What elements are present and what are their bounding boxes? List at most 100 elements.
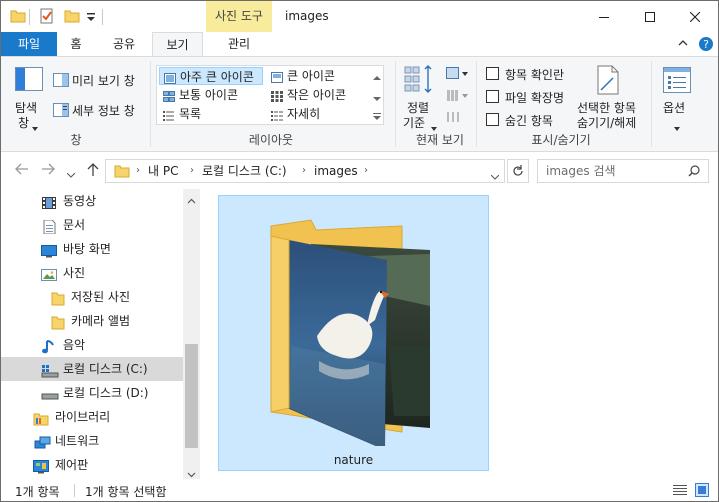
gallery-scroll-up-icon[interactable] xyxy=(373,70,381,84)
nav-item-label: 카메라 앨범 xyxy=(71,314,131,328)
nav-item-label: 제어판 xyxy=(55,458,89,472)
chevron-right-icon[interactable]: › xyxy=(136,160,140,182)
up-arrow-icon xyxy=(87,163,99,176)
list-icon xyxy=(163,108,175,121)
large-icons-view-icon[interactable] xyxy=(695,483,709,500)
folder-item-nature[interactable]: nature xyxy=(218,195,489,471)
gallery-scroll-down-icon[interactable] xyxy=(373,91,381,105)
gallery-more-icon[interactable] xyxy=(373,110,381,124)
details-view-icon[interactable] xyxy=(673,484,687,499)
layout-list[interactable]: 목록 xyxy=(159,105,263,123)
recent-locations-button[interactable] xyxy=(66,166,76,182)
minimize-button[interactable] xyxy=(581,1,627,32)
chevron-right-icon[interactable]: › xyxy=(302,160,306,182)
hidden-items-checkbox[interactable] xyxy=(486,113,499,126)
show-hide-group-label: 표시/숨기기 xyxy=(531,133,591,147)
nav-item-label: 라이브러리 xyxy=(55,410,111,424)
close-button[interactable] xyxy=(672,1,718,32)
maximize-button[interactable] xyxy=(627,1,673,32)
file-list: nature xyxy=(200,189,718,479)
nav-item-camera-roll[interactable]: 카메라 앨범 xyxy=(1,309,183,333)
file-explorer-window: 사진 도구 images 파일 홈 공유 보기 관리 ? 탐색 창 미리 보기 … xyxy=(0,0,719,502)
layout-large-icons[interactable]: 큰 아이콘 xyxy=(267,67,371,85)
tab-file[interactable]: 파일 xyxy=(1,32,57,56)
file-extensions-checkbox[interactable] xyxy=(486,90,499,103)
hidden-items-label: 숨긴 항목 xyxy=(505,114,553,128)
search-box[interactable] xyxy=(537,159,709,183)
nav-item-local-disk-c[interactable]: 로컬 디스크 (C:) xyxy=(1,357,183,381)
customize-toolbar-icon[interactable] xyxy=(86,8,96,26)
breadcrumb-local-disk-c[interactable]: 로컬 디스크 (C:) xyxy=(202,160,287,182)
collapse-ribbon-icon[interactable] xyxy=(677,37,689,52)
add-columns-icon[interactable] xyxy=(446,89,468,106)
layout-option-label: 큰 아이콘 xyxy=(287,69,335,83)
svg-text:?: ? xyxy=(703,38,709,51)
control-panel-icon xyxy=(33,458,49,474)
layout-medium-icons[interactable]: 보통 아이콘 xyxy=(159,86,263,104)
address-bar[interactable]: › 내 PC › 로컬 디스크 (C:) › images › xyxy=(105,159,505,183)
divider xyxy=(102,9,103,25)
tab-share[interactable]: 공유 xyxy=(101,32,147,56)
folder-icon xyxy=(51,290,67,306)
item-checkboxes-checkbox[interactable] xyxy=(486,67,499,80)
layout-option-label: 아주 큰 아이콘 xyxy=(180,70,254,84)
forward-button[interactable] xyxy=(41,163,55,179)
layout-option-label: 보통 아이콘 xyxy=(179,88,239,102)
sort-by-label-2: 기준 xyxy=(403,116,426,130)
library-icon xyxy=(33,410,49,426)
nav-item-network[interactable]: 네트워크 xyxy=(1,429,183,453)
file-extensions-label: 파일 확장명 xyxy=(505,91,565,105)
nav-item-desktop[interactable]: 바탕 화면 xyxy=(1,237,183,261)
nav-item-saved-pictures[interactable]: 저장된 사진 xyxy=(1,285,183,309)
search-input[interactable] xyxy=(546,163,686,179)
medium-icons-icon xyxy=(163,89,175,102)
nav-item-videos[interactable]: 동영상 xyxy=(1,189,183,213)
back-arrow-icon xyxy=(15,163,28,175)
divider xyxy=(74,484,75,497)
refresh-button[interactable] xyxy=(507,159,529,183)
layout-small-icons[interactable]: 작은 아이콘 xyxy=(267,86,371,104)
group-by-icon[interactable] xyxy=(446,67,468,84)
tab-manage[interactable]: 관리 xyxy=(206,32,272,56)
breadcrumb-images[interactable]: images xyxy=(314,160,358,182)
back-button[interactable] xyxy=(15,163,29,179)
options-icon xyxy=(663,67,691,96)
nav-item-pictures[interactable]: 사진 xyxy=(1,261,183,285)
layout-details[interactable]: 자세히 xyxy=(267,105,371,123)
search-icon[interactable] xyxy=(688,165,700,180)
nav-pane-scrollbar[interactable] xyxy=(183,189,200,479)
selected-count: 1개 항목 선택함 xyxy=(85,485,167,499)
breadcrumb-this-pc[interactable]: 내 PC xyxy=(148,160,178,182)
title-bar: 사진 도구 images xyxy=(1,1,718,32)
pictures-icon xyxy=(41,266,57,281)
nav-item-label: 사진 xyxy=(63,266,86,280)
tab-view[interactable]: 보기 xyxy=(152,32,203,57)
scroll-up-icon[interactable] xyxy=(187,193,196,207)
scrollbar-thumb[interactable] xyxy=(185,344,198,448)
address-history-dropdown[interactable] xyxy=(490,169,500,183)
properties-icon[interactable] xyxy=(39,8,57,26)
item-checkboxes-label: 항목 확인란 xyxy=(505,68,565,82)
layout-extra-large-icons[interactable]: 아주 큰 아이콘 xyxy=(159,67,263,85)
nav-item-local-disk-d[interactable]: 로컬 디스크 (D:) xyxy=(1,381,183,405)
nav-item-music[interactable]: 음악 xyxy=(1,333,183,357)
nav-item-label: 로컬 디스크 (C:) xyxy=(63,362,148,376)
video-icon xyxy=(41,194,57,209)
nav-item-libraries[interactable]: 라이브러리 xyxy=(1,405,183,429)
context-tab-header: 사진 도구 xyxy=(206,1,272,32)
new-folder-icon[interactable] xyxy=(64,8,82,26)
hide-selected-label-2: 숨기기/해제 xyxy=(577,116,637,130)
divider xyxy=(150,61,151,147)
help-icon[interactable]: ? xyxy=(698,36,714,55)
size-columns-icon[interactable] xyxy=(446,111,462,126)
ribbon-view: 탐색 창 미리 보기 창 세부 정보 창 창 아주 큰 아이콘 큰 아이콘 보통… xyxy=(1,56,718,152)
nav-item-control-panel[interactable]: 제어판 xyxy=(1,453,183,477)
nav-item-documents[interactable]: 문서 xyxy=(1,213,183,237)
tab-home[interactable]: 홈 xyxy=(57,32,95,56)
chevron-right-icon[interactable]: › xyxy=(364,160,368,182)
up-button[interactable] xyxy=(87,163,99,181)
details-pane-label: 세부 정보 창 xyxy=(72,104,135,118)
layout-option-label: 자세히 xyxy=(287,107,321,121)
chevron-right-icon[interactable]: › xyxy=(190,160,194,182)
nav-item-label: 저장된 사진 xyxy=(71,290,131,304)
